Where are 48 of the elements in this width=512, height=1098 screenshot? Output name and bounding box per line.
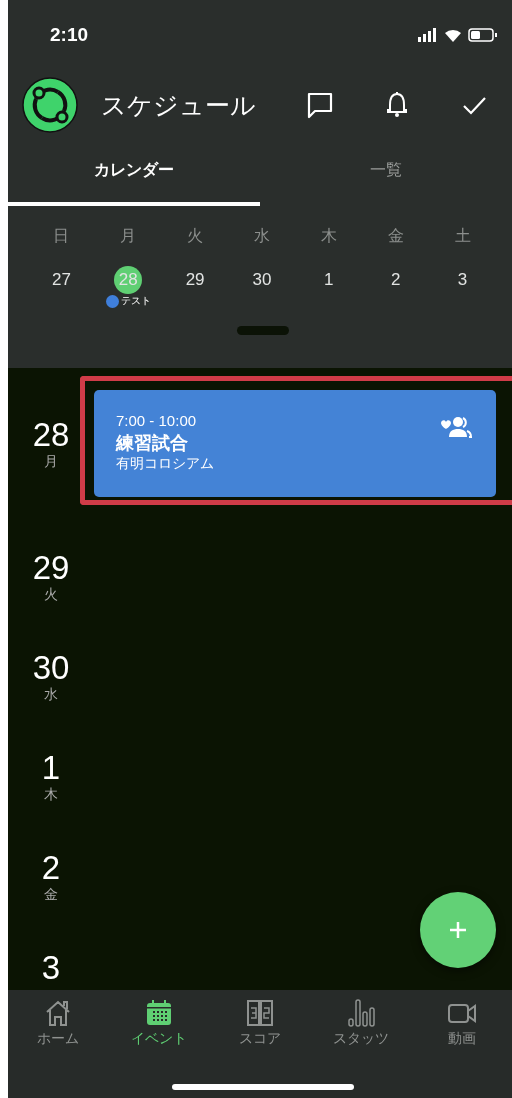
clock-time: 2:10 — [50, 24, 89, 46]
group-icon — [440, 416, 472, 438]
agenda-weekday: 月 — [44, 451, 58, 470]
nav-tab[interactable]: ホーム — [8, 998, 109, 1048]
weekday-label: 金 — [386, 225, 405, 247]
agenda-date: 3 — [41, 951, 61, 985]
agenda-date: 30 — [32, 651, 70, 685]
agenda-weekday: 金 — [44, 885, 58, 903]
app-logo-icon — [22, 77, 78, 133]
event-title: 練習試合 — [116, 431, 188, 455]
battery-icon — [468, 28, 498, 42]
nav-tab[interactable]: 動画 — [411, 998, 512, 1048]
scoreboard-icon — [245, 998, 275, 1028]
event-place: 有明コロシアム — [116, 455, 214, 473]
bar-chart-icon — [345, 998, 376, 1028]
calendar-day[interactable]: 1 — [314, 266, 343, 294]
chat-icon[interactable] — [305, 91, 334, 119]
agenda-weekday: 火 — [44, 585, 58, 603]
tab[interactable]: カレンダー — [8, 140, 260, 206]
nav-tab[interactable]: スタッツ — [310, 998, 412, 1048]
calendar-day[interactable]: 2 — [381, 266, 410, 294]
calendar-day[interactable]: 30 — [248, 266, 276, 294]
event-card[interactable]: 7:00 - 10:00 練習試合 有明コロシアム — [94, 390, 496, 497]
nav-tab[interactable]: イベント — [108, 998, 210, 1048]
event-time: 7:00 - 10:00 — [116, 412, 197, 429]
weekday-label: 木 — [319, 225, 338, 247]
agenda-date: 1 — [41, 751, 61, 785]
plus-icon — [448, 920, 468, 940]
agenda-date: 2 — [41, 851, 61, 885]
calendar-day[interactable]: 3 — [448, 266, 477, 294]
signal-icon — [418, 28, 438, 42]
tab[interactable]: 一覧 — [260, 140, 512, 206]
weekday-label: 日 — [52, 225, 71, 247]
weekday-label: 火 — [186, 225, 205, 247]
drag-handle[interactable] — [237, 326, 289, 335]
weekday-label: 土 — [453, 225, 472, 247]
event-label: テスト — [120, 294, 151, 308]
calendar-day[interactable]: 27 — [47, 266, 76, 294]
agenda-date: 28 — [32, 417, 70, 452]
agenda-weekday: 水 — [44, 685, 58, 703]
weekday-label: 月 — [119, 225, 138, 247]
agenda-date: 29 — [32, 551, 70, 585]
calendar-day[interactable]: 29 — [181, 266, 210, 294]
weekday-label: 水 — [253, 225, 271, 247]
agenda-weekday: 木 — [44, 785, 58, 803]
nav-tab[interactable]: スコア — [209, 998, 311, 1048]
screen-title: スケジュール — [101, 89, 257, 122]
wifi-icon — [444, 28, 462, 42]
